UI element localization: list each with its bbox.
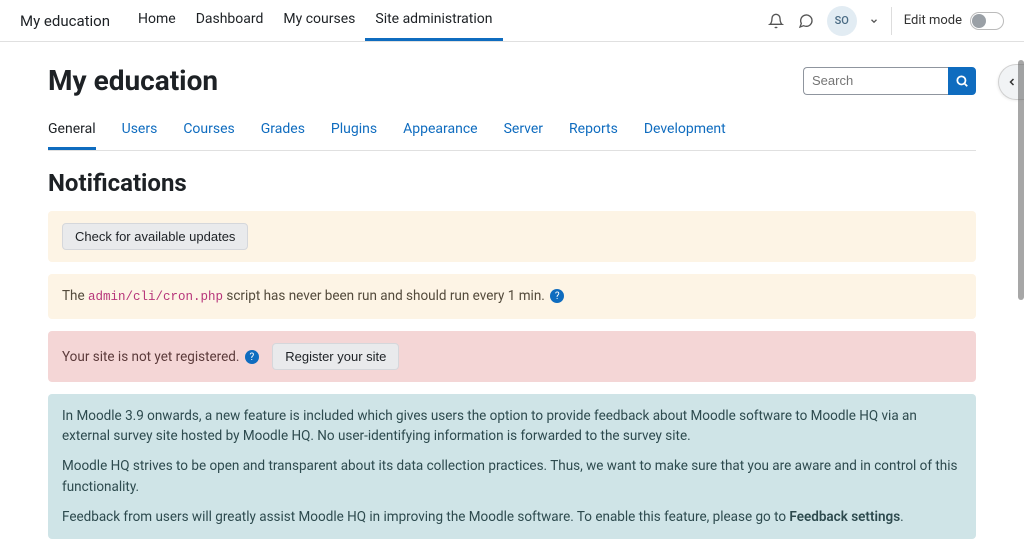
register-text: Your site is not yet registered. (62, 349, 243, 365)
top-navbar: My education Home Dashboard My courses S… (0, 0, 1024, 42)
alert-cron: The admin/cli/cron.php script has never … (48, 274, 976, 319)
tab-reports[interactable]: Reports (569, 115, 618, 150)
tab-appearance[interactable]: Appearance (403, 115, 477, 150)
tab-server[interactable]: Server (504, 115, 543, 150)
help-icon[interactable]: ? (245, 350, 259, 364)
admin-search (803, 67, 976, 95)
user-avatar[interactable]: SO (827, 6, 857, 36)
primary-nav: Home Dashboard My courses Site administr… (128, 0, 503, 41)
search-button[interactable] (948, 67, 976, 95)
search-icon (955, 74, 969, 88)
user-menu-caret-icon[interactable] (869, 16, 879, 26)
search-input[interactable] (803, 67, 948, 95)
feedback-paragraph-2: Moodle HQ strives to be open and transpa… (62, 456, 962, 497)
feedback-paragraph-3: Feedback from users will greatly assist … (62, 507, 962, 527)
tab-courses[interactable]: Courses (183, 115, 234, 150)
page-title: My education (48, 64, 218, 97)
feedback-settings-link[interactable]: Feedback settings (789, 509, 900, 525)
tab-users[interactable]: Users (122, 115, 158, 150)
nav-my-courses[interactable]: My courses (273, 0, 365, 41)
nav-dashboard[interactable]: Dashboard (186, 0, 274, 41)
help-icon[interactable]: ? (550, 289, 564, 303)
brand-name[interactable]: My education (20, 12, 110, 30)
feedback-paragraph-1: In Moodle 3.9 onwards, a new feature is … (62, 406, 962, 447)
tab-grades[interactable]: Grades (261, 115, 305, 150)
tab-general[interactable]: General (48, 115, 96, 150)
edit-mode-toggle[interactable] (970, 12, 1004, 30)
alert-feedback: In Moodle 3.9 onwards, a new feature is … (48, 394, 976, 539)
admin-tabs: General Users Courses Grades Plugins App… (48, 115, 976, 151)
tab-plugins[interactable]: Plugins (331, 115, 377, 150)
check-updates-button[interactable]: Check for available updates (62, 223, 248, 250)
messages-chat-icon[interactable] (797, 12, 815, 30)
section-title: Notifications (48, 169, 976, 197)
topbar-right: SO Edit mode (767, 6, 1014, 36)
nav-site-administration[interactable]: Site administration (365, 0, 502, 41)
page-content: My education General Users Courses Grade… (0, 42, 1024, 539)
alert-check-updates: Check for available updates (48, 211, 976, 262)
cron-text-prefix: The (62, 288, 88, 304)
tab-development[interactable]: Development (644, 115, 726, 150)
register-site-button[interactable]: Register your site (272, 343, 399, 370)
divider (891, 7, 892, 35)
alert-register: Your site is not yet registered. ? Regis… (48, 331, 976, 382)
nav-home[interactable]: Home (128, 0, 186, 41)
cron-code: admin/cli/cron.php (88, 290, 223, 304)
title-bar: My education (48, 64, 976, 97)
edit-mode-control: Edit mode (904, 12, 1004, 30)
edit-mode-label: Edit mode (904, 13, 962, 28)
cron-text-suffix: script has never been run and should run… (223, 288, 548, 304)
notifications-bell-icon[interactable] (767, 12, 785, 30)
